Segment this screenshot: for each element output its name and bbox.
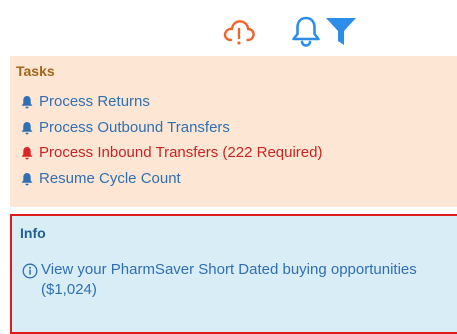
bell-icon (21, 96, 33, 109)
cloud-alert-icon[interactable] (222, 14, 256, 48)
bell-icon (21, 147, 33, 160)
tasks-panel: Tasks Process Returns Process Outbound T… (10, 56, 457, 207)
bell-icon (21, 173, 33, 186)
task-label: Process Returns (39, 93, 150, 110)
filter-icon[interactable] (324, 14, 358, 48)
info-icon (22, 263, 38, 279)
info-item-pharmsaver[interactable]: View your PharmSaver Short Dated buying … (22, 260, 422, 300)
bell-icon[interactable] (289, 14, 323, 48)
top-toolbar (0, 0, 457, 56)
bell-icon (21, 122, 33, 135)
info-panel: Info View your PharmSaver Short Dated bu… (10, 214, 457, 334)
info-title: Info (20, 225, 46, 241)
tasks-title: Tasks (16, 63, 55, 79)
task-label: Process Inbound Transfers (222 Required) (39, 144, 323, 161)
info-item-label: View your PharmSaver Short Dated buying … (41, 261, 417, 298)
task-label: Resume Cycle Count (39, 170, 181, 187)
task-label: Process Outbound Transfers (39, 119, 230, 136)
